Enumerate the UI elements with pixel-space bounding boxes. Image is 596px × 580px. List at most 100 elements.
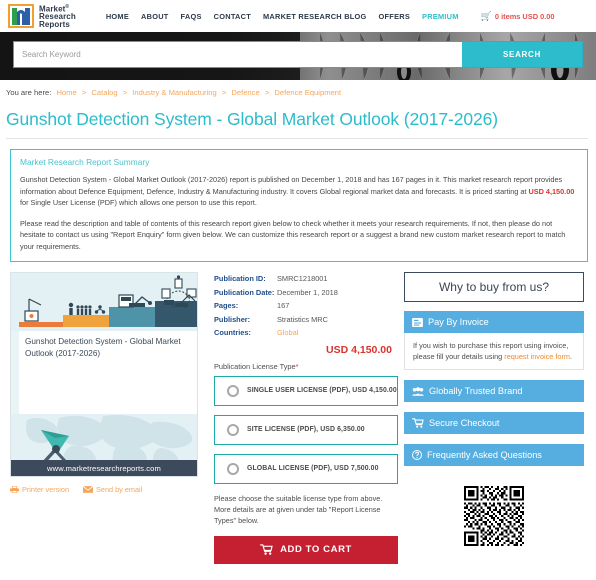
license-label-text: Publication License Type [214, 361, 296, 371]
utility-links: Printer version Send by email [10, 485, 202, 494]
breadcrumb-item-home[interactable]: Home [56, 88, 76, 97]
breadcrumb: You are here: Home > Catalog > Industry … [0, 80, 596, 103]
search-button[interactable]: SEARCH [462, 42, 582, 67]
nav-item-faqs[interactable]: FAQS [181, 12, 202, 21]
nav-item-contact[interactable]: CONTACT [214, 12, 251, 21]
breadcrumb-item-defence-equipment[interactable]: Defence Equipment [274, 88, 341, 97]
meta-key: Countries: [214, 328, 251, 338]
main-navigation: HOME ABOUT FAQS CONTACT MARKET RESEARCH … [106, 12, 459, 21]
site-logo[interactable]: Market® Research Reports [8, 4, 76, 28]
nav-item-home[interactable]: HOME [106, 12, 129, 21]
summary-text-a: Gunshot Detection System - Global Market… [20, 175, 563, 196]
pay-by-invoice-body: If you wish to purchase this report usin… [404, 333, 584, 370]
pay-by-invoice-header[interactable]: Pay By Invoice [404, 311, 584, 333]
product-purchase-column: Publication ID: SMRC1218001 Publication … [202, 272, 398, 564]
cart-icon [412, 418, 424, 428]
meta-value: 167 [277, 301, 290, 311]
license-option-global[interactable]: GLOBAL LICENSE (PDF), USD 7,500.00 [214, 453, 398, 484]
report-cover-thumbnail[interactable]: Gunshot Detection System - Global Market… [10, 272, 198, 477]
globally-trusted-brand-bar[interactable]: Globally Trusted Brand [404, 380, 584, 402]
meta-row-pages: Pages: 167 [214, 299, 398, 313]
license-option-single-user[interactable]: SINGLE USER LICENSE (PDF), USD 4,150.00 [214, 375, 398, 406]
product-media-column: Gunshot Detection System - Global Market… [10, 272, 202, 494]
nav-item-blog[interactable]: MARKET RESEARCH BLOG [263, 12, 367, 21]
printer-icon [10, 486, 19, 493]
license-type-label: Publication License Type* [214, 362, 398, 371]
summary-price: USD 4,150.00 [528, 186, 575, 196]
add-to-cart-button[interactable]: ADD TO CART [214, 535, 398, 564]
license-option-label: GLOBAL LICENSE (PDF), USD 7,500.00 [247, 465, 379, 473]
invoice-icon [412, 317, 423, 327]
breadcrumb-item-defence[interactable]: Defence [231, 88, 259, 97]
send-by-email-link[interactable]: Send by email [83, 485, 142, 494]
cover-caption: Gunshot Detection System - Global Market… [25, 337, 181, 358]
breadcrumb-item-industry[interactable]: Industry & Manufacturing [132, 88, 216, 97]
cover-url-label: www.marketresearchreports.com [11, 460, 197, 476]
breadcrumb-separator: > [221, 88, 227, 97]
radio-icon[interactable] [227, 423, 239, 436]
add-to-cart-label: ADD TO CART [280, 544, 352, 556]
pay-by-invoice-label: Pay By Invoice [428, 317, 489, 327]
cart-label: 0 items USD 0.00 [494, 11, 555, 21]
breadcrumb-item-catalog[interactable]: Catalog [91, 88, 117, 97]
product-detail-columns: Gunshot Detection System - Global Market… [0, 262, 596, 564]
meta-key: Pages: [214, 301, 239, 311]
cover-illustration-top [11, 273, 197, 331]
radio-icon[interactable] [227, 384, 239, 397]
breadcrumb-lead: You are here: [6, 88, 52, 97]
faq-bar[interactable]: Frequently Asked Questions [404, 444, 584, 466]
cart-icon [260, 544, 273, 556]
printer-version-label: Printer version [22, 485, 70, 494]
meta-value: December 1, 2018 [277, 287, 338, 297]
secure-checkout-label: Secure Checkout [429, 418, 500, 428]
summary-text-b: for Single User License (PDF) which allo… [20, 198, 257, 207]
required-marker: * [295, 361, 299, 371]
breadcrumb-separator: > [122, 88, 128, 97]
request-invoice-form-link[interactable]: request invoice form [504, 352, 570, 361]
meta-key: Publication ID: [214, 274, 266, 283]
license-option-label: SITE LICENSE (PDF), USD 6,350.00 [247, 426, 365, 434]
breadcrumb-separator: > [81, 88, 87, 97]
meta-key: Publisher: [214, 314, 251, 324]
report-price: USD 4,150.00 [326, 343, 392, 356]
page-title: Gunshot Detection System - Global Market… [6, 109, 499, 129]
cart-summary[interactable]: 🛒 0 items USD 0.00 [481, 11, 555, 21]
meta-row-publication-date: Publication Date: December 1, 2018 [214, 286, 398, 300]
summary-heading: Market Research Report Summary [20, 157, 150, 167]
people-icon [412, 386, 424, 396]
question-icon [412, 450, 422, 460]
email-icon [83, 486, 94, 493]
title-divider [6, 138, 588, 139]
qr-code [464, 486, 524, 546]
nav-item-offers[interactable]: OFFERS [379, 12, 410, 21]
search-input[interactable] [14, 42, 462, 67]
invoice-text-b: . [569, 352, 572, 361]
logo-mark-icon [8, 4, 34, 28]
search-bar: SEARCH [13, 41, 583, 68]
industry-illustration-icon [11, 273, 197, 331]
faq-label: Frequently Asked Questions [427, 450, 542, 460]
license-note: Please choose the suitable license type … [214, 493, 383, 525]
radio-icon[interactable] [227, 462, 239, 475]
meta-value-countries-link[interactable]: Global [277, 326, 298, 340]
nav-item-about[interactable]: ABOUT [141, 12, 169, 21]
breadcrumb-separator: > [264, 88, 270, 97]
why-buy-title: Why to buy from us? [404, 272, 584, 302]
why-buy-sidebar: Why to buy from us? Pay By Invoice If yo… [398, 272, 584, 546]
globally-trusted-brand-label: Globally Trusted Brand [429, 386, 523, 396]
secure-checkout-bar[interactable]: Secure Checkout [404, 412, 584, 434]
license-option-label: SINGLE USER LICENSE (PDF), USD 4,150.00 [247, 387, 397, 395]
report-summary-box: Market Research Report Summary Gunshot D… [10, 149, 588, 262]
nav-item-premium[interactable]: PREMIUM [422, 12, 459, 21]
publication-meta-list: Publication ID: SMRC1218001 Publication … [214, 272, 398, 340]
meta-key: Publication Date: [214, 287, 275, 297]
meta-value: SMRC1218001 [277, 274, 328, 283]
logo-text: Market® Research Reports [39, 3, 76, 29]
page-root: Market® Research Reports HOME ABOUT FAQS… [0, 0, 596, 580]
hero-banner: SEARCH [0, 32, 596, 80]
site-header: Market® Research Reports HOME ABOUT FAQS… [0, 0, 596, 32]
printer-version-link[interactable]: Printer version [10, 485, 69, 494]
license-option-site[interactable]: SITE LICENSE (PDF), USD 6,350.00 [214, 414, 398, 445]
summary-paragraph-1: Gunshot Detection System - Global Market… [20, 174, 578, 209]
send-by-email-label: Send by email [96, 485, 143, 494]
